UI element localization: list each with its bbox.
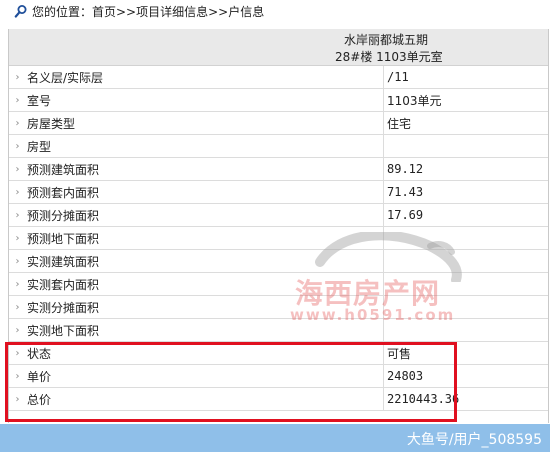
row-value: 71.43: [387, 185, 424, 199]
table-row: › 房型: [9, 135, 548, 158]
row-value: 1103单元: [387, 93, 442, 108]
row-value: 住宅: [387, 116, 412, 131]
breadcrumb-text: 您的位置：首页>>项目详细信息>>户信息: [32, 4, 265, 19]
row-label-cell: › 预测套内面积: [9, 181, 384, 203]
row-value-cell: 71.43: [384, 181, 548, 203]
row-value-cell: 可售: [384, 342, 548, 364]
row-value: /11: [387, 70, 409, 84]
unit-name: 28#楼 1103单元室: [335, 50, 443, 64]
row-label-cell: › 名义层/实际层: [9, 66, 384, 88]
chevron-right-icon: ›: [15, 117, 20, 129]
chevron-right-icon: ›: [15, 186, 20, 198]
unit-info-table: 水岸丽都城五期 28#楼 1103单元室 › 名义层/实际层 /11 › 室号 …: [8, 29, 549, 423]
row-label-cell: › 实测套内面积: [9, 273, 384, 295]
table-row: › 实测套内面积: [9, 273, 548, 296]
row-value: 17.69: [387, 208, 424, 222]
chevron-right-icon: ›: [15, 209, 20, 221]
row-value-cell: 2210443.36: [384, 388, 548, 410]
row-value-cell: [384, 319, 548, 341]
row-value: 可售: [387, 346, 412, 361]
row-value-cell: /11: [384, 66, 548, 88]
chevron-right-icon: ›: [15, 163, 20, 175]
chevron-right-icon: ›: [15, 140, 20, 152]
table-row: › 单价 24803: [9, 365, 548, 388]
row-label: 室号: [27, 93, 52, 108]
row-label: 状态: [27, 346, 52, 361]
source-credit: 大鱼号/用户_508595: [406, 432, 542, 448]
row-label-cell: › 预测建筑面积: [9, 158, 384, 180]
row-label: 实测套内面积: [27, 277, 100, 292]
table-row: › 室号 1103单元: [9, 89, 548, 112]
table-row: › 房屋类型 住宅: [9, 112, 548, 135]
row-value-cell: [384, 273, 548, 295]
table-row: › 实测分摊面积: [9, 296, 548, 319]
row-label: 预测分摊面积: [27, 208, 100, 223]
row-value: 2210443.36: [387, 392, 460, 406]
chevron-right-icon: ›: [15, 94, 20, 106]
row-label-cell: › 单价: [9, 365, 384, 387]
chevron-right-icon: ›: [15, 370, 20, 382]
table-row: › 预测地下面积: [9, 227, 548, 250]
table-row: › 实测建筑面积: [9, 250, 548, 273]
row-value: 24803: [387, 369, 424, 383]
chevron-right-icon: ›: [15, 255, 20, 267]
row-value-cell: 17.69: [384, 204, 548, 226]
row-label: 实测地下面积: [27, 323, 100, 338]
table-row: › 实测地下面积: [9, 319, 548, 342]
row-label: 预测建筑面积: [27, 162, 100, 177]
row-value-cell: [384, 135, 548, 157]
row-label-cell: › 总价: [9, 388, 384, 410]
table-header: 水岸丽都城五期 28#楼 1103单元室: [9, 29, 548, 66]
row-value-cell: 24803: [384, 365, 548, 387]
table-row: › 总价 2210443.36: [9, 388, 548, 411]
table-row: › 预测建筑面积 89.12: [9, 158, 548, 181]
row-label-cell: › 实测建筑面积: [9, 250, 384, 272]
chevron-right-icon: ›: [15, 232, 20, 244]
row-label: 预测套内面积: [27, 185, 100, 200]
row-label-cell: › 实测分摊面积: [9, 296, 384, 318]
row-value: 89.12: [387, 162, 424, 176]
row-value-cell: 1103单元: [384, 89, 548, 111]
breadcrumb: 您的位置：首页>>项目详细信息>>户信息: [0, 0, 550, 22]
chevron-right-icon: ›: [15, 278, 20, 290]
row-label-cell: › 室号: [9, 89, 384, 111]
row-label: 房型: [27, 139, 52, 154]
row-label: 房屋类型: [27, 116, 76, 131]
chevron-right-icon: ›: [15, 393, 20, 405]
row-label: 单价: [27, 369, 52, 384]
chevron-right-icon: ›: [15, 301, 20, 313]
row-label-cell: › 房型: [9, 135, 384, 157]
row-label: 实测分摊面积: [27, 300, 100, 315]
row-label: 实测建筑面积: [27, 254, 100, 269]
project-name: 水岸丽都城五期: [344, 33, 429, 47]
row-value-cell: [384, 250, 548, 272]
table-row: › 预测套内面积 71.43: [9, 181, 548, 204]
row-label-cell: › 预测分摊面积: [9, 204, 384, 226]
row-label-cell: › 实测地下面积: [9, 319, 384, 341]
row-label: 预测地下面积: [27, 231, 100, 246]
row-value-cell: [384, 296, 548, 318]
row-value-cell: 89.12: [384, 158, 548, 180]
table-rows: › 名义层/实际层 /11 › 室号 1103单元 › 房屋类型 住宅 › 房型…: [9, 66, 548, 411]
row-value-cell: [384, 227, 548, 249]
chevron-right-icon: ›: [15, 347, 20, 359]
row-label: 名义层/实际层: [27, 70, 104, 85]
footer-bar: 大鱼号/用户_508595: [0, 424, 550, 452]
row-label-cell: › 状态: [9, 342, 384, 364]
row-label: 总价: [27, 392, 52, 407]
row-label-cell: › 预测地下面积: [9, 227, 384, 249]
table-row: › 状态 可售: [9, 342, 548, 365]
chevron-right-icon: ›: [15, 71, 20, 83]
table-row: › 预测分摊面积 17.69: [9, 204, 548, 227]
row-value-cell: 住宅: [384, 112, 548, 134]
search-icon: [14, 4, 28, 18]
row-label-cell: › 房屋类型: [9, 112, 384, 134]
table-row: › 名义层/实际层 /11: [9, 66, 548, 89]
chevron-right-icon: ›: [15, 324, 20, 336]
